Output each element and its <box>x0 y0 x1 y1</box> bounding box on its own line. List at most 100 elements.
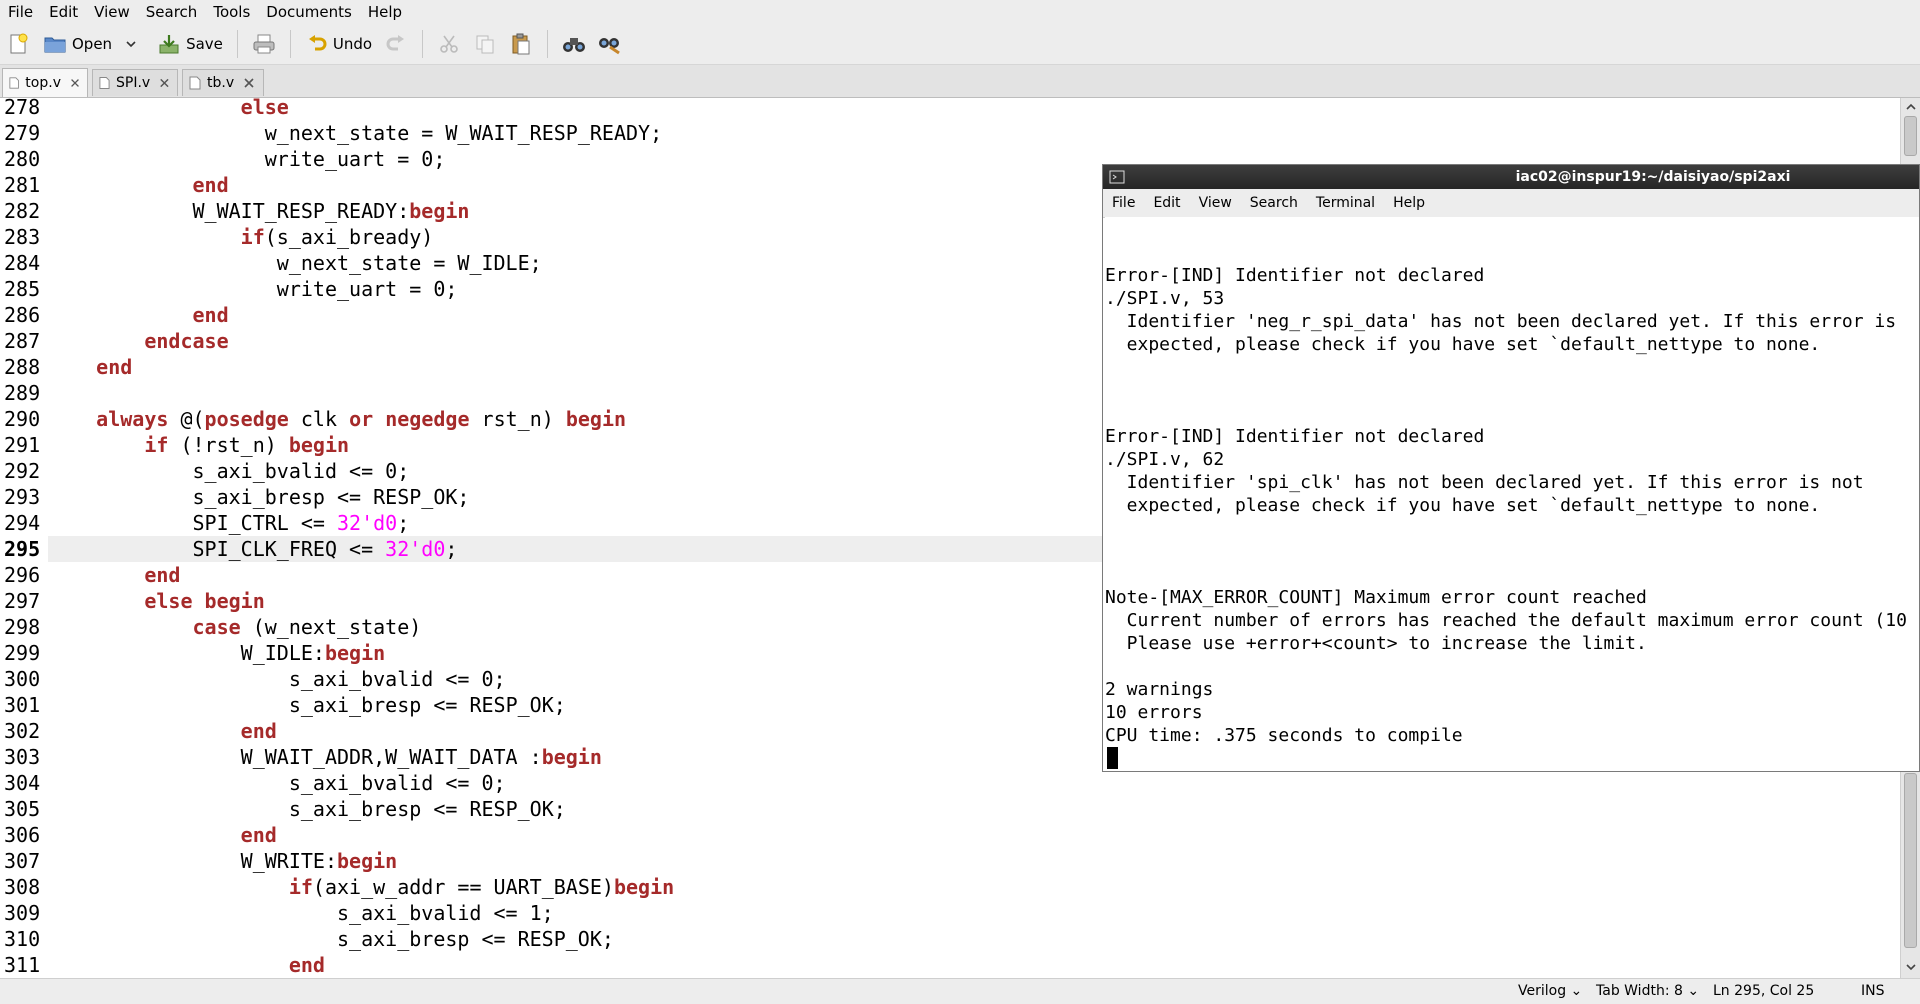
line-number: 304 <box>4 771 41 795</box>
undo-button[interactable]: Undo <box>301 28 378 60</box>
paste-button[interactable] <box>506 28 536 60</box>
close-icon[interactable] <box>69 76 81 90</box>
line-number: 301 <box>4 693 41 717</box>
code-token: @( <box>168 407 205 431</box>
scrollbar-thumb[interactable] <box>1904 116 1917 156</box>
code-line[interactable]: end <box>48 952 1900 978</box>
undo-icon <box>308 35 327 51</box>
code-line[interactable]: s_axi_bvalid <= 1; <box>48 900 1900 926</box>
tab-width-selector[interactable]: Tab Width: 8 ⌄ <box>1596 983 1699 999</box>
file-icon <box>189 76 201 90</box>
cut-button[interactable] <box>434 28 464 60</box>
line-number: 296 <box>4 563 41 587</box>
terminal-line: CPU time: .375 seconds to compile <box>1105 725 1463 746</box>
line-number: 295 <box>4 537 41 561</box>
menu-tools[interactable]: Tools <box>205 0 258 24</box>
terminal-line: Identifier 'neg_r_spi_data' has not been… <box>1105 311 1897 332</box>
line-number: 289 <box>4 381 41 405</box>
code-token: s_axi_bvalid <= 0; <box>192 459 410 483</box>
keyword-token: if <box>144 433 169 457</box>
keyword-token: begin <box>565 407 627 431</box>
line-number: 303 <box>4 745 41 769</box>
scrollbar-thumb[interactable] <box>1904 773 1917 948</box>
save-icon <box>159 35 179 54</box>
keyword-token: if <box>288 875 313 899</box>
keyword-token: else <box>240 98 289 119</box>
document-tabs: top.v SPI.v tb.v <box>0 65 1920 98</box>
statusbar: Verilog ⌄ Tab Width: 8 ⌄ Ln 295, Col 25 … <box>0 978 1920 1004</box>
find-button[interactable] <box>559 28 589 60</box>
terminal-line: expected, please check if you have set `… <box>1105 495 1821 516</box>
toolbar: Open Save Undo <box>0 24 1920 65</box>
terminal-menu-help[interactable]: Help <box>1384 195 1434 211</box>
save-button[interactable]: Save <box>152 28 229 60</box>
close-icon[interactable] <box>242 76 256 90</box>
code-line[interactable]: w_next_state = W_WAIT_RESP_READY; <box>48 120 1900 146</box>
binoculars-icon <box>563 38 586 52</box>
terminal-window[interactable]: iac02@inspur19:~/daisiyao/spi2axi File Ed… <box>1102 164 1920 772</box>
terminal-output[interactable]: Error-[IND] Identifier not declared ./SPI… <box>1105 217 1919 771</box>
printer-icon <box>253 34 275 54</box>
code-token: write_uart = 0; <box>264 147 446 171</box>
keyword-token: end <box>192 303 229 327</box>
redo-button[interactable] <box>381 28 411 60</box>
tab-top-v[interactable]: top.v <box>2 68 88 97</box>
scroll-down-icon[interactable] <box>1904 960 1918 974</box>
chevron-down-icon[interactable] <box>124 37 138 51</box>
terminal-menu-edit[interactable]: Edit <box>1144 195 1189 211</box>
tab-spi-v[interactable]: SPI.v <box>92 69 178 96</box>
keyword-token: end <box>192 173 229 197</box>
keyword-token: end <box>288 953 325 977</box>
menu-help[interactable]: Help <box>360 0 410 24</box>
toolbar-separator <box>236 30 238 58</box>
menu-documents[interactable]: Documents <box>258 0 360 24</box>
terminal-menu-file[interactable]: File <box>1103 195 1144 211</box>
toolbar-separator <box>547 30 549 58</box>
code-line[interactable]: end <box>48 822 1900 848</box>
terminal-menu-terminal[interactable]: Terminal <box>1307 195 1384 211</box>
code-line[interactable]: s_axi_bresp <= RESP_OK; <box>48 796 1900 822</box>
scroll-up-icon[interactable] <box>1904 100 1918 114</box>
menu-view[interactable]: View <box>86 0 138 24</box>
code-line[interactable]: W_WRITE:begin <box>48 848 1900 874</box>
code-token: w_next_state = W_IDLE; <box>276 251 542 275</box>
terminal-line: Note-[MAX_ERROR_COUNT] Maximum error cou… <box>1105 587 1647 608</box>
terminal-titlebar[interactable]: iac02@inspur19:~/daisiyao/spi2axi <box>1103 165 1919 189</box>
code-line[interactable]: if(axi_w_addr == UART_BASE)begin <box>48 874 1900 900</box>
scissors-icon <box>440 35 458 53</box>
code-line[interactable]: else <box>48 98 1900 120</box>
menu-file[interactable]: File <box>0 0 41 24</box>
print-button[interactable] <box>249 28 279 60</box>
terminal-menu-view[interactable]: View <box>1190 195 1241 211</box>
find-replace-button[interactable] <box>595 28 625 60</box>
close-icon[interactable] <box>158 76 171 90</box>
open-button[interactable]: Open <box>38 28 150 60</box>
line-number: 308 <box>4 875 41 899</box>
language-selector[interactable]: Verilog ⌄ <box>1518 983 1582 999</box>
new-document-button[interactable] <box>3 28 33 60</box>
line-number: 281 <box>4 173 41 197</box>
menu-search[interactable]: Search <box>138 0 206 24</box>
line-number: 309 <box>4 901 41 925</box>
copy-button[interactable] <box>470 28 500 60</box>
menu-edit[interactable]: Edit <box>41 0 86 24</box>
terminal-menu-search[interactable]: Search <box>1241 195 1307 211</box>
line-number: 278 <box>4 98 41 119</box>
tab-tb-v[interactable]: tb.v <box>182 69 264 96</box>
line-number-gutter: 278 279 280 281 282 283 284 285 286 287 288 289 290 2… <box>0 98 48 978</box>
language-label: Verilog <box>1518 983 1567 999</box>
code-line[interactable]: s_axi_bvalid <= 0; <box>48 770 1900 796</box>
code-line[interactable]: s_axi_bresp <= RESP_OK; <box>48 926 1900 952</box>
code-token: s_axi_bvalid <= 1; <box>336 901 554 925</box>
code-token: clk <box>288 407 350 431</box>
code-token: (axi_w_addr == UART_BASE) <box>312 875 614 899</box>
